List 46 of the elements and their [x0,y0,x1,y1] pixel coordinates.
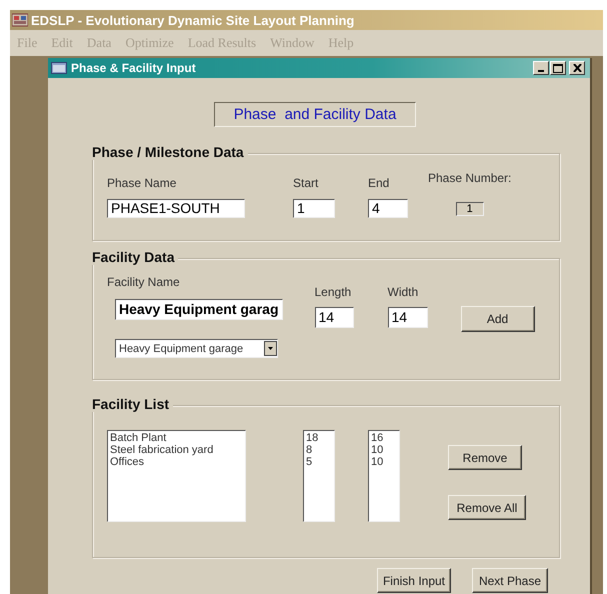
remove-all-button[interactable]: Remove All [448,495,526,520]
window-title: Phase & Facility Input [71,61,197,75]
field-label: End [368,176,390,190]
maximize-button[interactable] [550,61,566,75]
close-icon [572,64,582,72]
minimize-button[interactable] [533,61,549,75]
list-item[interactable]: Steel fabrication yard [110,444,243,456]
list-item[interactable]: 18 [306,432,332,444]
facility-listbox[interactable]: Batch Plant Steel fabrication yard Offices [107,430,246,522]
facility-dropdown[interactable]: Heavy Equipment garage [115,339,278,358]
app-icon [12,13,28,27]
start-field[interactable]: 1 [293,199,335,218]
field-label: Start [293,176,320,190]
remove-button[interactable]: Remove [448,445,522,470]
field-label: Phase Name [107,176,178,190]
field-label: Facility Name [107,275,181,289]
add-button[interactable]: Add [460,306,534,332]
list-item[interactable]: 10 [371,456,397,468]
dialog-button[interactable]: Next Phase [472,568,548,593]
field-label: Width [388,285,420,299]
form-heading: Phase and Facility Data [214,102,416,127]
dialog-button[interactable]: Finish Input [377,568,451,593]
group-title: Facility List [92,396,174,412]
length-field[interactable]: 14 [314,307,354,328]
caret-icon[interactable] [264,341,277,356]
window-icon [51,62,67,74]
group-title: Facility Data [92,249,178,265]
width-field[interactable]: 14 [388,307,428,328]
list-item[interactable]: 5 [306,456,332,468]
list-item[interactable]: 8 [306,444,332,456]
field-label: Length [314,285,352,299]
group-title: Phase / Milestone Data [92,144,248,160]
facility-name-field[interactable]: Heavy Equipment garag [115,299,282,320]
close-button[interactable] [569,61,585,75]
list-item[interactable]: 16 [371,432,397,444]
width-listbox[interactable]: 16 10 10 [368,430,400,522]
list-item[interactable]: Offices [110,456,243,468]
app-title: EDSLP - Evolutionary Dynamic Site Layout Planning [31,12,354,28]
phase-name-field[interactable]: PHASE1-SOUTH [107,199,245,218]
phase-number-display: 1 [456,202,484,216]
end-field[interactable]: 4 [368,199,408,218]
list-item[interactable]: 10 [371,444,397,456]
list-item[interactable]: Batch Plant [110,432,243,444]
field-label: Phase Number: [428,171,512,185]
maximize-icon [553,64,563,72]
length-listbox[interactable]: 18 8 5 [303,430,335,522]
